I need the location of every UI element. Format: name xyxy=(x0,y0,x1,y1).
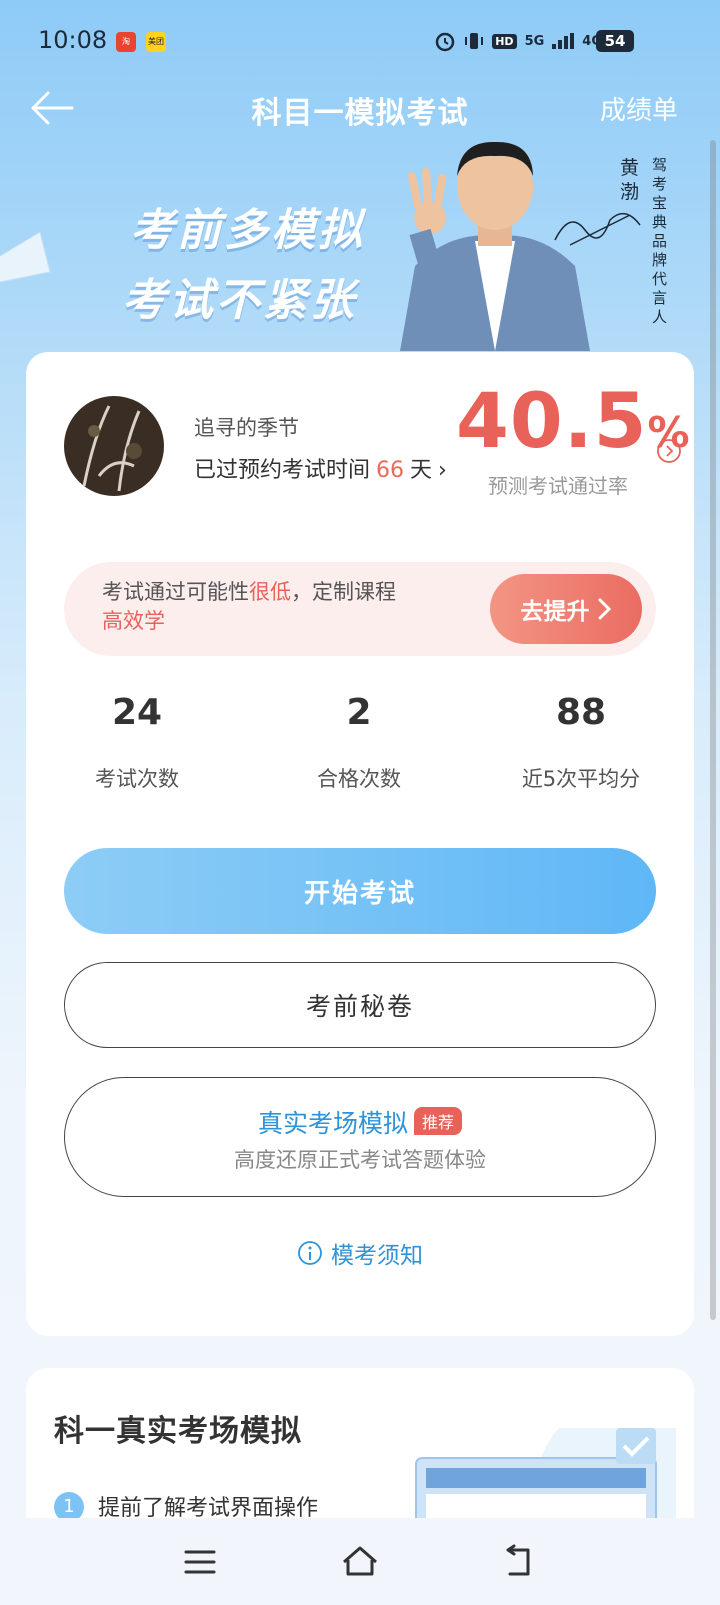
meituan-app-icon: 美团 xyxy=(146,32,166,52)
alert-prefix: 考试通过可能性 xyxy=(102,580,249,604)
system-navigation-bar xyxy=(0,1518,720,1605)
step-number-badge: 1 xyxy=(54,1492,84,1518)
exam-main-card: 追寻的季节 已过预约考试时间 66 天 › 40.5% 预测考试通过率 考试通过可能性… xyxy=(26,352,694,1336)
real-exam-simulation-button[interactable]: 真实考场模拟 推荐 高度还原正式考试答题体验 xyxy=(64,1077,656,1197)
real-sim-title-text: 真实考场模拟 xyxy=(257,1109,408,1138)
days-value: 66 xyxy=(376,458,405,483)
network-5g-label: 5G xyxy=(524,33,545,49)
real-sim-title: 真实考场模拟 推荐 xyxy=(65,1104,655,1140)
stat-label: 近5次平均分 xyxy=(521,767,641,791)
avatar[interactable] xyxy=(64,396,164,496)
alarm-icon xyxy=(435,32,455,52)
stat-value: 88 xyxy=(555,692,607,733)
status-time: 10:08 xyxy=(38,26,108,54)
days-suffix: 天 xyxy=(410,458,433,483)
promo-banner[interactable]: 考前多模拟 考试不紧张 黄渤 驾考宝典品牌代言人 xyxy=(0,136,720,351)
menu-icon[interactable] xyxy=(180,1542,220,1582)
alert-text: 考试通过可能性很低，定制课程高效学 xyxy=(102,578,442,636)
secret-paper-button[interactable]: 考前秘卷 xyxy=(64,962,656,1048)
username: 追寻的季节 xyxy=(194,416,299,440)
days-prefix: 已过预约考试时间 xyxy=(194,458,371,483)
signature-image xyxy=(554,212,641,246)
real-sim-subtitle: 高度还原正式考试答题体验 xyxy=(234,1148,486,1172)
stat-value: 24 xyxy=(111,692,163,733)
taobao-app-icon: 淘 xyxy=(116,32,136,52)
stat-average-score: 88 近5次平均分 xyxy=(470,692,692,793)
battery-icon: 54 xyxy=(596,30,634,52)
start-exam-button[interactable]: 开始考试 xyxy=(64,848,656,934)
hd-icon: HD xyxy=(492,33,517,49)
spokesperson-name: 黄渤 xyxy=(620,157,640,203)
chevron-right-icon xyxy=(598,598,611,620)
back-icon[interactable] xyxy=(500,1542,540,1582)
exam-notice-link[interactable]: 模考须知 xyxy=(26,1236,694,1270)
vibrate-icon xyxy=(465,33,484,49)
stat-label: 合格次数 xyxy=(317,767,401,791)
exam-days-overdue[interactable]: 已过预约考试时间 66 天 › xyxy=(194,452,447,484)
signal-icon xyxy=(552,33,575,49)
recommend-badge: 推荐 xyxy=(414,1107,463,1135)
exam-interface-preview-image xyxy=(415,1428,676,1518)
spokesperson-title: 驾考宝典品牌代言人 xyxy=(652,156,668,326)
stat-value: 2 xyxy=(346,692,372,733)
exam-stats: 24 考试次数 2 合格次数 88 近5次平均分 xyxy=(26,692,694,793)
chevron-right-icon: › xyxy=(438,458,447,483)
alert-low: 很低 xyxy=(249,580,291,604)
notice-label: 模考须知 xyxy=(331,1243,423,1269)
scrollbar[interactable] xyxy=(710,140,716,1320)
section-title: 科一真实考场模拟 xyxy=(54,1414,302,1449)
status-bar: 10:08 淘 美团 HD 5G 4G 54 xyxy=(0,0,720,86)
banner-slogan-line2: 考试不紧张 xyxy=(122,275,357,326)
home-icon[interactable] xyxy=(340,1542,380,1582)
low-pass-alert: 考试通过可能性很低，定制课程高效学 去提升 xyxy=(64,562,656,656)
alert-middle: ，定制课程 xyxy=(291,580,396,604)
paper-decoration-icon xyxy=(0,232,51,282)
pass-rate-number: 40.5 xyxy=(456,376,648,465)
stat-pass-count: 2 合格次数 xyxy=(248,692,470,793)
info-icon xyxy=(298,1241,322,1265)
boost-button[interactable]: 去提升 xyxy=(490,574,642,644)
stat-label: 考试次数 xyxy=(95,767,179,791)
banner-slogan-line1: 考前多模拟 xyxy=(130,205,365,256)
stat-exam-count: 24 考试次数 xyxy=(26,692,248,793)
pass-rate-caption: 预测考试通过率 xyxy=(488,474,628,498)
report-card-link[interactable]: 成绩单 xyxy=(600,90,678,127)
alert-efficient: 高效学 xyxy=(102,609,165,633)
real-sim-section: 科一真实考场模拟 1 提前了解考试界面操作 xyxy=(26,1368,694,1518)
step-text: 提前了解考试界面操作 xyxy=(98,1496,319,1518)
circle-arrow-right-icon[interactable] xyxy=(656,438,682,464)
boost-button-label: 去提升 xyxy=(520,599,590,625)
